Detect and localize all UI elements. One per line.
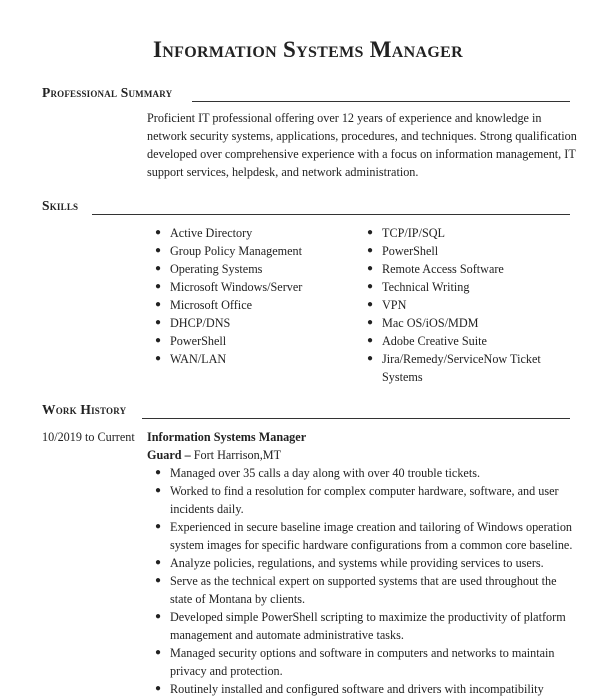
skill-item-text: VPN [382,298,407,312]
skill-item: ● Microsoft Windows/Server [147,278,347,296]
duty-item-text: Routinely installed and configured softw… [170,682,544,696]
bullet-icon: ● [367,263,374,274]
duty-item: ● Experienced in secure baseline image cr… [147,518,577,554]
skill-item: ● Microsoft Office [147,296,347,314]
skill-item-text: PowerShell [382,244,439,258]
skill-item: ● VPN [359,296,574,314]
duty-item: ● Routinely installed and configured soft… [147,680,577,698]
skill-item: ● PowerShell [147,332,347,350]
skill-item-text: PowerShell [170,334,227,348]
skill-item: ● Operating Systems [147,260,347,278]
skill-item-text: Adobe Creative Suite [382,334,487,348]
duty-item-text: Managed security options and software in… [170,646,555,678]
bullet-icon: ● [155,299,162,310]
skill-item: ● Technical Writing [359,278,574,296]
bullet-icon: ● [155,485,162,496]
skill-item-text: Microsoft Windows/Server [170,280,303,294]
section-divider [92,214,570,215]
job-title: Information Systems Manager [147,430,307,444]
skill-item-text: DHCP/DNS [170,316,231,330]
duty-item: ● Managed security options and software i… [147,644,577,680]
resume-title: Information Systems Manager [153,37,463,62]
skill-item: ● PowerShell [359,242,574,260]
bullet-icon: ● [155,647,162,658]
section-header-summary: Professional Summary [42,84,570,102]
skill-item: ● WAN/LAN [147,350,347,368]
duty-item: ● Managed over 35 calls a day along with … [147,464,577,482]
duty-item-text: Managed over 35 calls a day along with o… [170,466,481,480]
bullet-icon: ● [155,521,162,532]
skill-item-text: TCP/IP/SQL [382,226,445,240]
skill-item-text: Jira/Remedy/ServiceNow Ticket Systems [382,352,541,384]
bullet-icon: ● [155,557,162,568]
bullet-icon: ● [367,245,374,256]
bullet-icon: ● [155,353,162,364]
bullet-icon: ● [155,317,162,328]
duty-item-text: Serve as the technical expert on support… [170,574,557,606]
bullet-icon: ● [367,317,374,328]
company-name: Guard [147,448,182,462]
skills-list-left: ● Active Directory ● Group Policy Managemen… [147,224,347,368]
bullet-icon: ● [367,353,374,364]
bullet-icon: ● [155,335,162,346]
skill-item-text: Technical Writing [382,280,470,294]
bullet-icon: ● [155,227,162,238]
bullet-icon: ● [367,335,374,346]
bullet-icon: ● [155,245,162,256]
bullet-icon: ● [367,281,374,292]
bullet-icon: ● [155,467,162,478]
bullet-icon: ● [367,299,374,310]
job-company-line: Guard – Fort Harrison,MT [147,446,281,464]
section-heading: Work History [42,401,135,419]
section-heading: Skills [42,197,87,215]
company-separator: – [181,448,194,462]
section-divider [192,101,570,102]
duty-item-text: Experienced in secure baseline image cre… [170,520,573,552]
section-heading: Professional Summary [42,84,181,102]
bullet-icon: ● [155,611,162,622]
skill-item: ● Active Directory [147,224,347,242]
skill-item-text: Mac OS/iOS/MDM [382,316,479,330]
section-header-skills: Skills [42,197,570,215]
duty-item: ● Serve as the technical expert on suppor… [147,572,577,608]
section-header-work-history: Work History [42,401,570,419]
bullet-icon: ● [367,227,374,238]
duty-item: ● Worked to find a resolution for complex… [147,482,577,518]
skill-item-text: Active Directory [170,226,253,240]
duty-item-text: Worked to find a resolution for complex … [170,484,559,516]
job-location: Fort Harrison,MT [193,448,282,462]
skill-item-text: WAN/LAN [170,352,227,366]
section-divider [142,418,570,419]
skill-item: ● Jira/Remedy/ServiceNow Ticket Systems [359,350,574,386]
job-dates: 10/2019 to Current [42,430,135,444]
skill-item: ● DHCP/DNS [147,314,347,332]
skill-item: ● TCP/IP/SQL [359,224,574,242]
skill-item: ● Adobe Creative Suite [359,332,574,350]
skill-item: ● Group Policy Management [147,242,347,260]
bullet-icon: ● [155,281,162,292]
bullet-icon: ● [155,575,162,586]
skill-item-text: Microsoft Office [170,298,253,312]
bullet-icon: ● [155,263,162,274]
duty-item: ● Developed simple PowerShell scripting t… [147,608,577,644]
skill-item-text: Remote Access Software [382,262,504,276]
duty-item: ● Analyze policies, regulations, and syst… [147,554,577,572]
skill-item-text: Operating Systems [170,262,263,276]
bullet-icon: ● [155,683,162,694]
skill-item-text: Group Policy Management [170,244,303,258]
job-duties-list: ● Managed over 35 calls a day along with … [147,464,577,698]
summary-text: Proficient IT professional offering over… [147,111,577,179]
skills-list-right: ● TCP/IP/SQL ● PowerShell ● Remote Access Sof… [359,224,574,386]
skill-item: ● Mac OS/iOS/MDM [359,314,574,332]
skill-item: ● Remote Access Software [359,260,574,278]
duty-item-text: Analyze policies, regulations, and syste… [170,556,544,570]
duty-item-text: Developed simple PowerShell scripting to… [170,610,566,642]
